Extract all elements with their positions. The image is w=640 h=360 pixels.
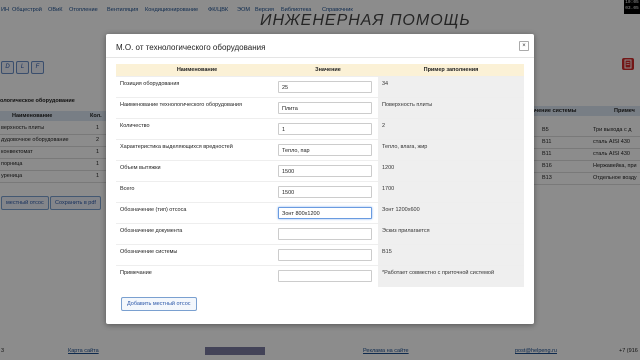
example-cell: 1200 xyxy=(378,161,524,182)
example-cell: В15 xyxy=(378,245,524,266)
system-input[interactable] xyxy=(278,249,372,261)
col-value-header: Значение xyxy=(315,67,341,73)
example-cell: 1700 xyxy=(378,182,524,203)
note-input[interactable] xyxy=(278,270,372,282)
row-label: Обозначение системы xyxy=(120,249,178,255)
row-label: Примечание xyxy=(120,270,152,276)
example-cell: Тепло, влага, жир xyxy=(378,140,524,161)
example-cell: Эскиз прилагается xyxy=(378,224,524,245)
example-text: 34 xyxy=(382,81,389,87)
example-text: Тепло, влага, жир xyxy=(382,144,428,150)
example-text: Зонт 1200х600 xyxy=(382,207,420,213)
row-label: Наименование технологического оборудован… xyxy=(120,102,242,108)
add-local-exhaust-button[interactable]: Добавить местный отсос xyxy=(121,297,197,311)
form-row-total: Всего 1500 1700 xyxy=(116,181,524,203)
modal-title: М.О. от технологического оборудования xyxy=(116,43,266,52)
form-row-quantity: Количество 1 2 xyxy=(116,118,524,140)
col-example-header: Пример заполнения xyxy=(423,67,479,73)
example-text: *Работает совместно с приточной системой xyxy=(382,270,495,276)
form-table-header: Наименование Значение Пример заполнения xyxy=(116,64,524,76)
row-label: Объем вытяжки xyxy=(120,165,161,171)
equipment-name-input[interactable]: Плита xyxy=(278,102,372,114)
example-text: 1700 xyxy=(382,186,395,192)
position-input[interactable]: 25 xyxy=(278,81,372,93)
row-label: Характеристика выделяющихся вредностей xyxy=(120,144,233,150)
example-cell: Зонт 1200х600 xyxy=(378,203,524,224)
form-row-note: Примечание *Работает совместно с приточн… xyxy=(116,265,524,287)
example-cell: 34 xyxy=(378,77,524,98)
example-cell: Поверхность плиты xyxy=(378,98,524,119)
example-text: Эскиз прилагается xyxy=(382,228,430,234)
example-text: 2 xyxy=(382,123,386,129)
form-row-system: Обозначение системы В15 xyxy=(116,244,524,266)
exhaust-volume-input[interactable]: 1500 xyxy=(278,165,372,177)
row-label: Обозначение документа xyxy=(120,228,183,234)
quantity-input[interactable]: 1 xyxy=(278,123,372,135)
local-exhaust-modal: М.О. от технологического оборудования × … xyxy=(106,34,534,324)
form-row-exhaust-volume: Объем вытяжки 1500 1200 xyxy=(116,160,524,182)
row-label: Всего xyxy=(120,186,135,192)
form-row-equipment-name: Наименование технологического оборудован… xyxy=(116,97,524,119)
modal-divider xyxy=(106,57,534,58)
row-label: Позиция оборудования xyxy=(120,81,180,87)
emissions-input[interactable]: Тепло, пар xyxy=(278,144,372,156)
example-cell: 2 xyxy=(378,119,524,140)
hood-type-input[interactable]: Зонт 800х1200 xyxy=(278,207,372,219)
row-label: Количество xyxy=(120,123,150,129)
form-row-hood-type: Обозначение (тип) отсоса Зонт 800х1200 З… xyxy=(116,202,524,224)
form-row-position: Позиция оборудования 25 34 xyxy=(116,76,524,98)
form-row-emissions: Характеристика выделяющихся вредностей Т… xyxy=(116,139,524,161)
example-text: В15 xyxy=(382,249,392,255)
col-name-header: Наименование xyxy=(176,67,218,73)
row-label: Обозначение (тип) отсоса xyxy=(120,207,187,213)
example-text: Поверхность плиты xyxy=(382,102,433,108)
document-input[interactable] xyxy=(278,228,372,240)
example-text: 1200 xyxy=(382,165,395,171)
form-row-document: Обозначение документа Эскиз прилагается xyxy=(116,223,524,245)
total-input[interactable]: 1500 xyxy=(278,186,372,198)
close-icon[interactable]: × xyxy=(519,41,529,51)
example-cell: *Работает совместно с приточной системой xyxy=(378,266,524,287)
